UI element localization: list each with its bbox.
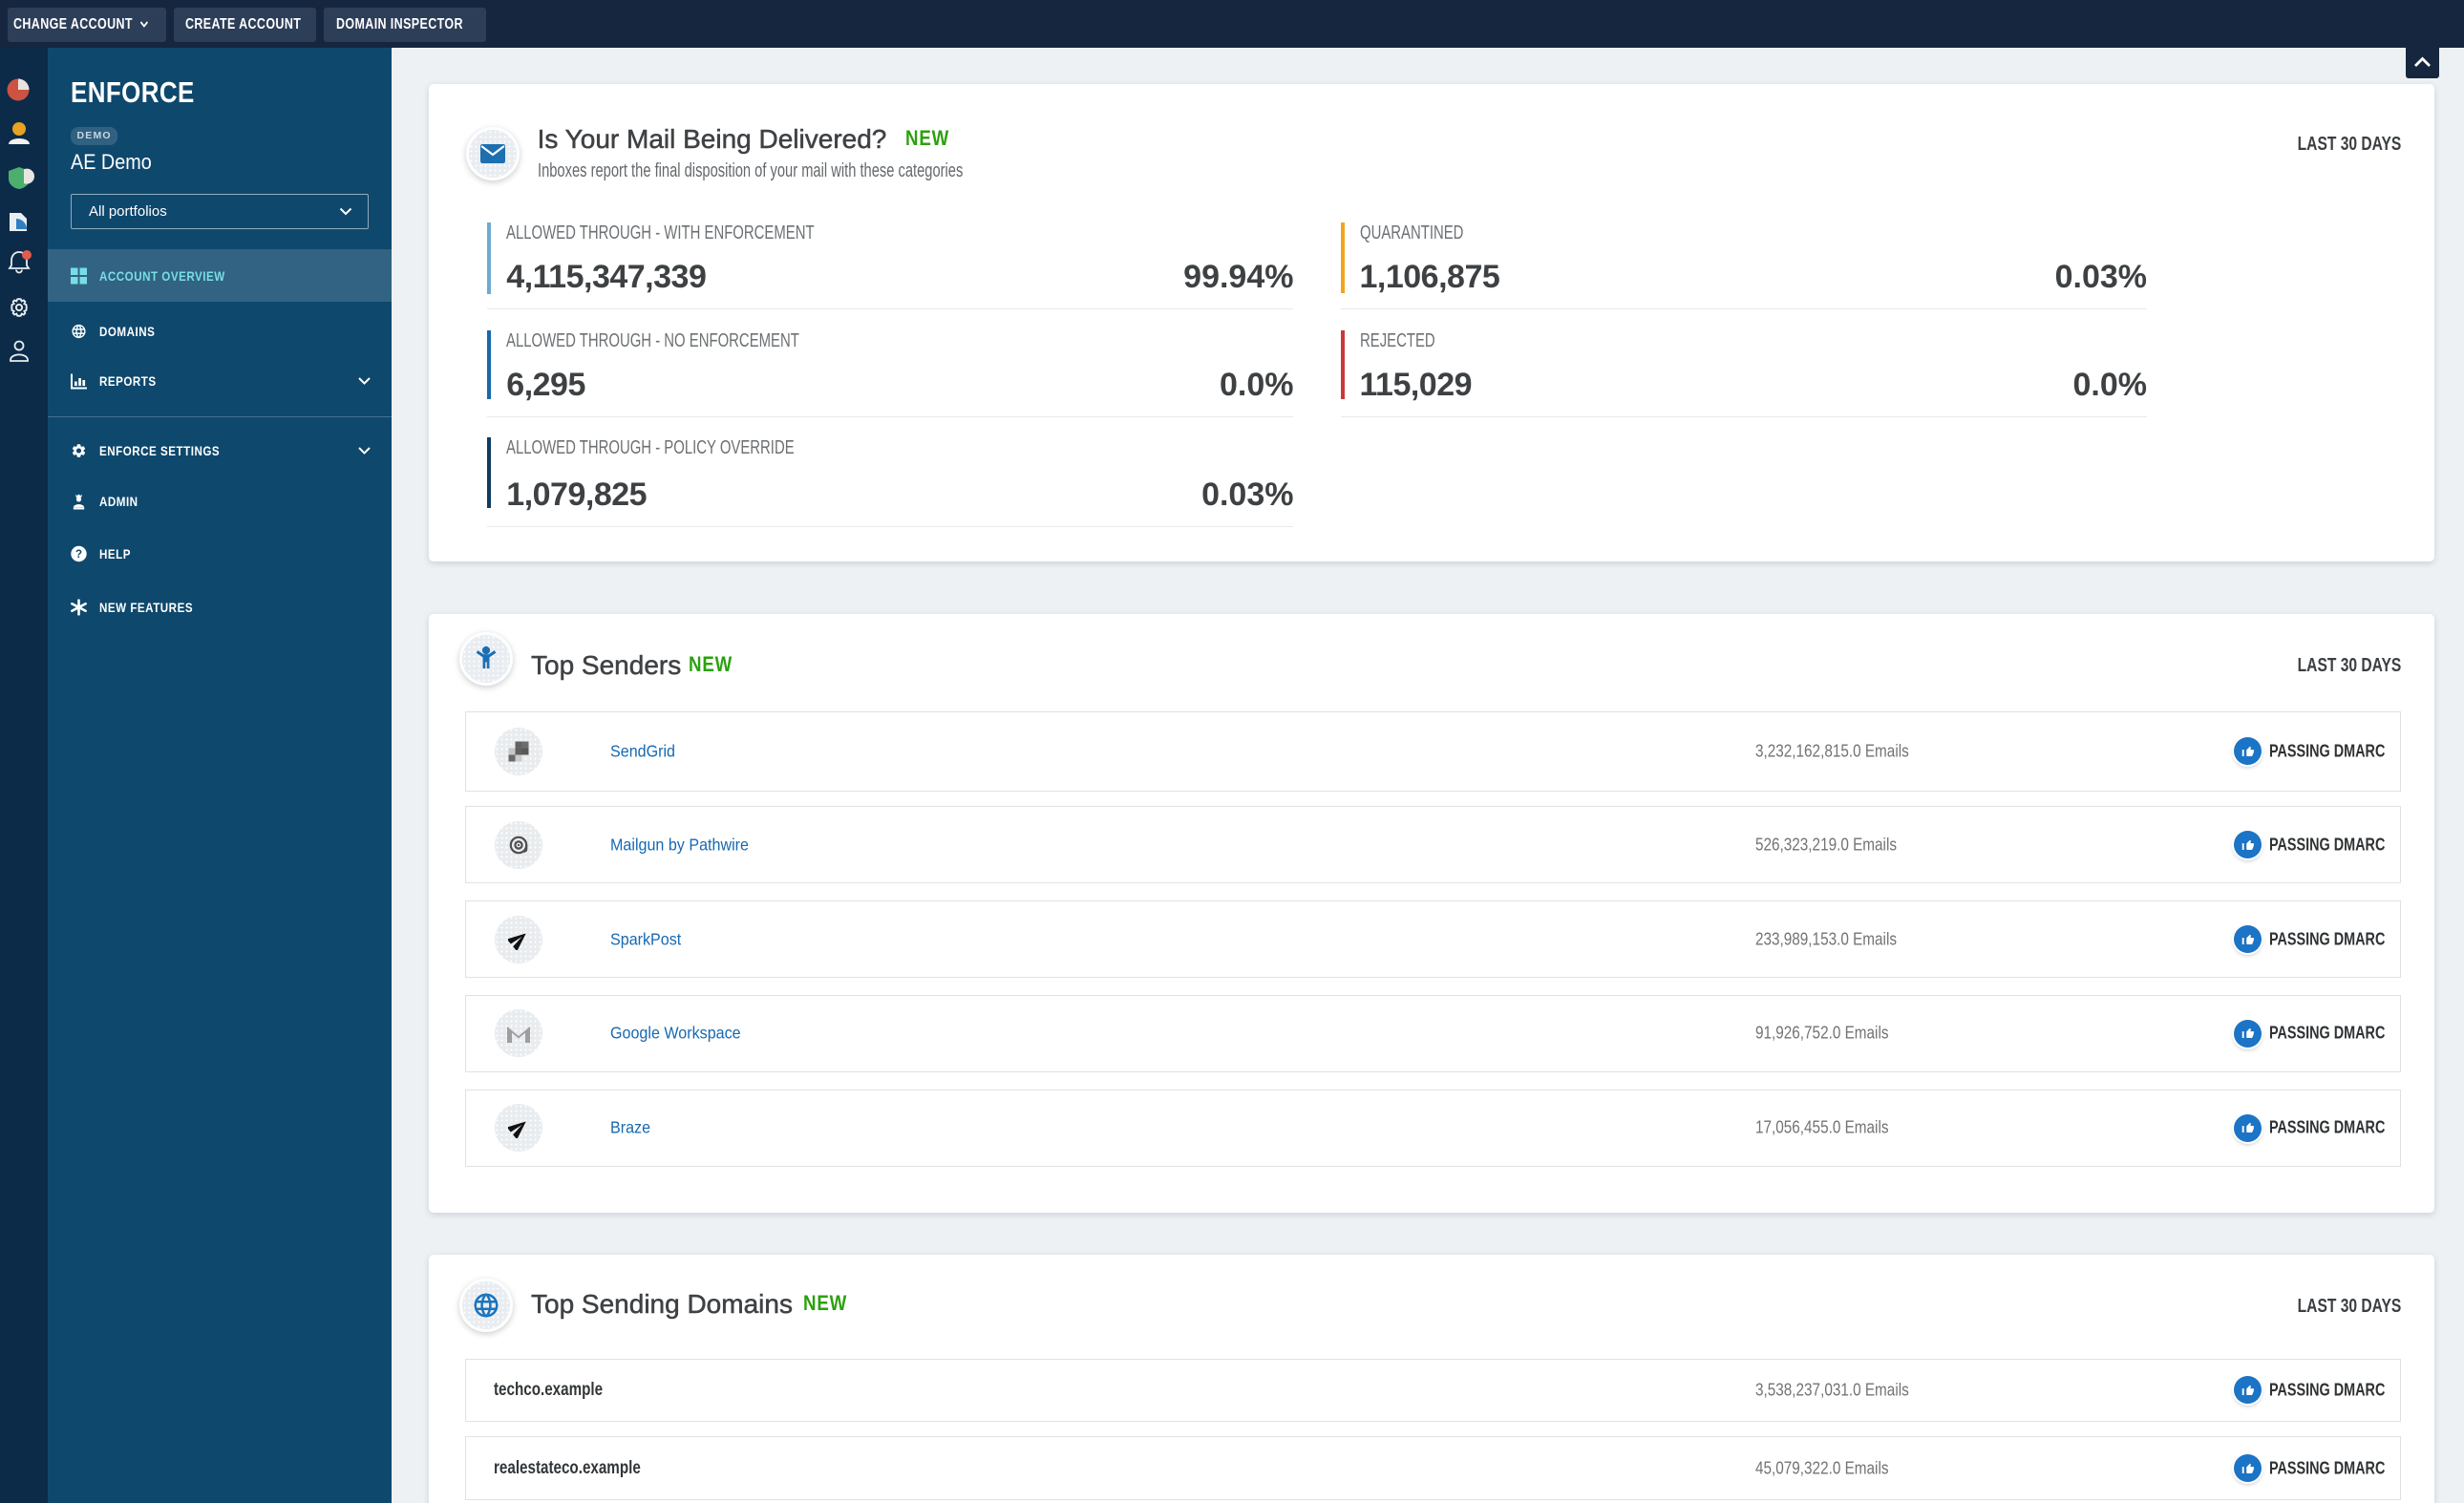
svg-text:?: ? — [75, 549, 82, 561]
